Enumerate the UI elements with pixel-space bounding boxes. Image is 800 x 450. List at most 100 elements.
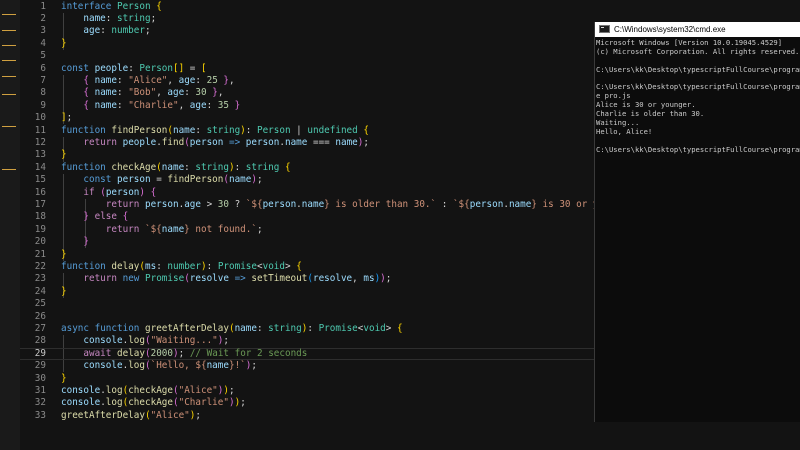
- line-number: 16: [34, 186, 46, 198]
- code-token: ;: [256, 174, 263, 186]
- code-token: :: [117, 74, 129, 86]
- line-number: 29: [34, 347, 46, 359]
- code-token: interface: [61, 0, 112, 12]
- code-token: function: [94, 322, 140, 334]
- code-text: }: [61, 249, 67, 261]
- line-number: 9: [40, 99, 46, 111]
- cmd-output-line: (c) Microsoft Corporation. All rights re…: [596, 46, 800, 56]
- code-token: :: [195, 124, 207, 136]
- code-text: const people: Person[] = [: [61, 63, 207, 75]
- code-token: const: [61, 62, 89, 74]
- code-token: log: [105, 384, 123, 396]
- code-token: name: [508, 198, 532, 210]
- code-token: ;: [223, 335, 229, 347]
- code-token: :: [100, 25, 112, 37]
- code-token: {: [150, 186, 157, 198]
- code-token: :: [128, 62, 140, 74]
- code-token: person: [117, 174, 151, 186]
- code-token: findPerson: [111, 124, 168, 136]
- code-text: const person = findPerson(name);: [61, 174, 263, 186]
- code-token: ;: [229, 384, 235, 396]
- line-number: 33: [34, 409, 46, 421]
- code-token: new: [122, 273, 140, 285]
- code-text: async function greetAfterDelay(name: str…: [61, 323, 403, 335]
- cmd-output-line: C:\Users\kk\Desktop\typescriptFullCourse…: [596, 144, 800, 154]
- code-token: }: [234, 99, 241, 111]
- code-token: string: [116, 12, 151, 24]
- activity-marker: [2, 45, 16, 46]
- line-number: 5: [40, 50, 46, 62]
- code-token: }: [61, 372, 67, 384]
- cmd-titlebar[interactable]: C:\Windows\system32\cmd.exe: [595, 22, 800, 37]
- cmd-output[interactable]: Microsoft Windows [Version 10.0.19045.45…: [595, 37, 800, 155]
- code-text: age: number;: [61, 25, 150, 37]
- code-token: await: [83, 347, 112, 359]
- code-text: return people.find(person => person.name…: [61, 137, 369, 149]
- code-token: ;: [385, 273, 392, 285]
- code-token: =>: [228, 273, 252, 285]
- activity-marker: [2, 169, 16, 170]
- code-token: ;: [195, 409, 201, 421]
- activity-bar: [0, 0, 21, 450]
- line-number: 1: [40, 0, 46, 12]
- code-token: {: [156, 0, 162, 12]
- code-token: }: [61, 248, 67, 260]
- line-number: 20: [34, 236, 46, 248]
- code-token: log: [128, 360, 145, 372]
- code-token: "Waiting...": [150, 335, 218, 347]
- line-number: 24: [34, 285, 46, 297]
- code-token: ;: [251, 360, 257, 372]
- code-token: :: [436, 198, 453, 210]
- code-text: }: [61, 38, 67, 50]
- code-token: find: [161, 136, 185, 148]
- code-line[interactable]: 1 interface Person {: [20, 1, 800, 13]
- code-token: "Charlie": [128, 99, 179, 111]
- code-token: 2000: [150, 347, 173, 359]
- code-token: :: [206, 99, 218, 111]
- code-text: return person.age > 30 ? `${person.name}…: [61, 199, 649, 211]
- code-token: string: [268, 322, 302, 334]
- code-token: :: [206, 260, 218, 272]
- code-text: }: [61, 149, 67, 161]
- line-number: 11: [34, 124, 46, 136]
- code-token: name: [335, 136, 358, 148]
- code-token: function: [61, 124, 106, 136]
- line-number: 2: [40, 12, 46, 24]
- code-token: person: [189, 136, 224, 148]
- code-text: interface Person {: [61, 1, 162, 13]
- code-token: checkAge: [128, 384, 173, 396]
- code-token: function: [61, 161, 106, 173]
- code-token: :: [195, 74, 207, 86]
- code-token: number: [167, 260, 201, 272]
- line-number: 28: [34, 335, 46, 347]
- code-token: log: [105, 397, 123, 409]
- code-token: {: [396, 322, 403, 334]
- code-token: {: [284, 161, 291, 173]
- code-token: name: [94, 99, 117, 111]
- code-text: if (person) {: [61, 187, 156, 199]
- cmd-output-line: Hello, Alice!: [596, 126, 653, 136]
- code-token: name: [301, 198, 325, 210]
- line-number: 29: [34, 360, 46, 372]
- line-number: 31: [34, 384, 46, 396]
- code-token: Promise: [145, 273, 185, 285]
- code-token: []: [173, 62, 185, 74]
- cmd-window[interactable]: C:\Windows\system32\cmd.exe Microsoft Wi…: [594, 22, 800, 422]
- code-token: 30: [195, 87, 207, 99]
- code-token: name: [234, 322, 257, 334]
- line-number: 4: [40, 37, 46, 49]
- code-token: people: [122, 136, 157, 148]
- code-token: ,: [217, 87, 224, 99]
- code-token: else: [94, 211, 117, 223]
- activity-marker: [2, 60, 16, 61]
- code-token: findPerson: [167, 174, 224, 186]
- code-text: function delay(ms: number): Promise<void…: [61, 261, 302, 273]
- code-token: name: [228, 174, 252, 186]
- code-token: name: [94, 74, 117, 86]
- code-text: } else {: [61, 211, 128, 223]
- code-text: console.log(checkAge("Charlie"));: [61, 397, 246, 409]
